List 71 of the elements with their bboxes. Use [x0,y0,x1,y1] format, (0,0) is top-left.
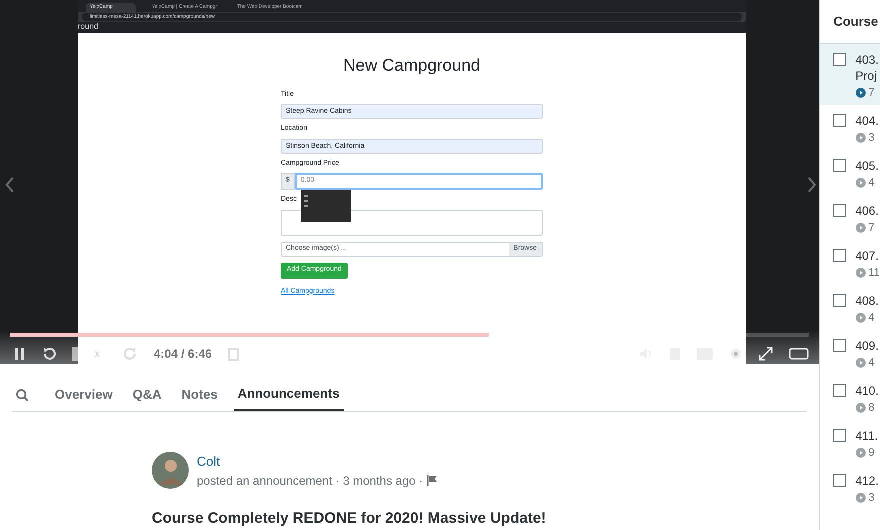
play-icon [856,223,866,233]
checkbox[interactable] [832,384,846,397]
lecture-duration: 7 [868,86,875,100]
lecture-item[interactable]: 407. 11 [820,240,880,285]
lecture-number: 408. [856,293,879,309]
post-meta: posted an announcement · 3 months ago · [197,472,424,490]
lecture-number: 404. [856,113,879,129]
lecture-duration: 4 [868,176,875,190]
form-heading: New Campground [342,55,482,77]
time-readout: 4:04 / 6:46 [154,346,212,363]
lecture-number: 411. [856,428,878,444]
play-icon [856,178,866,188]
checkbox[interactable] [832,53,846,66]
lecture-item[interactable]: 410. 8 [820,375,880,420]
play-icon [856,403,866,413]
checkbox[interactable] [832,294,846,307]
checkbox[interactable] [832,474,846,487]
play-icon [856,313,866,323]
description-field[interactable] [281,210,543,236]
play-icon [856,358,866,368]
checkbox[interactable] [832,204,846,217]
play-icon [856,268,866,278]
lecture-duration: 4 [868,356,875,370]
lecture-number: 409. [856,338,879,354]
sidebar-title: Course [834,12,878,31]
progress-track[interactable] [10,333,809,337]
lecture-duration: 3 [868,491,875,505]
author-link[interactable]: Colt [197,452,438,472]
checkbox[interactable] [832,114,846,127]
lecture-item[interactable]: 405. 4 [820,150,880,195]
play-icon [856,88,866,98]
search-icon[interactable] [16,388,29,402]
checkbox[interactable] [832,159,846,172]
lecture-number: 405. [856,158,879,174]
fullscreen-icon[interactable] [758,347,773,361]
avatar [152,452,189,490]
play-icon [856,448,866,458]
lecture-number: 410. [856,383,879,399]
lecture-item[interactable]: 409. 4 [820,330,880,375]
announcement-title: Course Completely REDONE for 2020! Massive Update! [152,508,548,528]
flag-icon[interactable] [427,475,438,486]
lecture-item[interactable]: 408. 4 [820,285,880,330]
lecture-duration: 9 [868,446,875,460]
lecture-duration: 7 [868,221,875,235]
tab[interactable]: Q&A [128,379,166,411]
lecture-item[interactable]: 403. Proj 7 [820,44,880,105]
lecture-duration: 11 [868,266,880,280]
tab[interactable]: Notes [178,379,222,411]
lecture-number: 407. [856,248,880,264]
lecture-duration: 8 [868,401,875,415]
lecture-item[interactable]: 406. 7 [820,195,880,240]
checkbox[interactable] [832,339,846,352]
lecture-item[interactable]: 404. 3 [820,105,880,150]
lecture-duration: 4 [868,311,875,325]
tab[interactable]: Overview [51,379,117,411]
lecture-duration: 3 [868,131,875,145]
play-icon [856,493,866,503]
lecture-item[interactable]: 411. 9 [820,420,880,465]
lecture-number: 412. [856,473,879,489]
lecture-item[interactable]: 412. 3 [820,465,880,510]
pause-icon[interactable] [14,347,26,361]
play-icon [856,133,866,143]
lecture-number: 406. [856,203,879,219]
checkbox[interactable] [832,429,846,442]
lecture-title: Proj [856,68,878,84]
page-fragment: round [78,22,100,32]
tab[interactable]: Announcements [234,379,344,411]
rewind-icon[interactable] [42,347,56,361]
lecture-number: 403. [856,52,879,68]
expand-icon[interactable] [788,348,809,360]
checkbox[interactable] [832,249,846,262]
